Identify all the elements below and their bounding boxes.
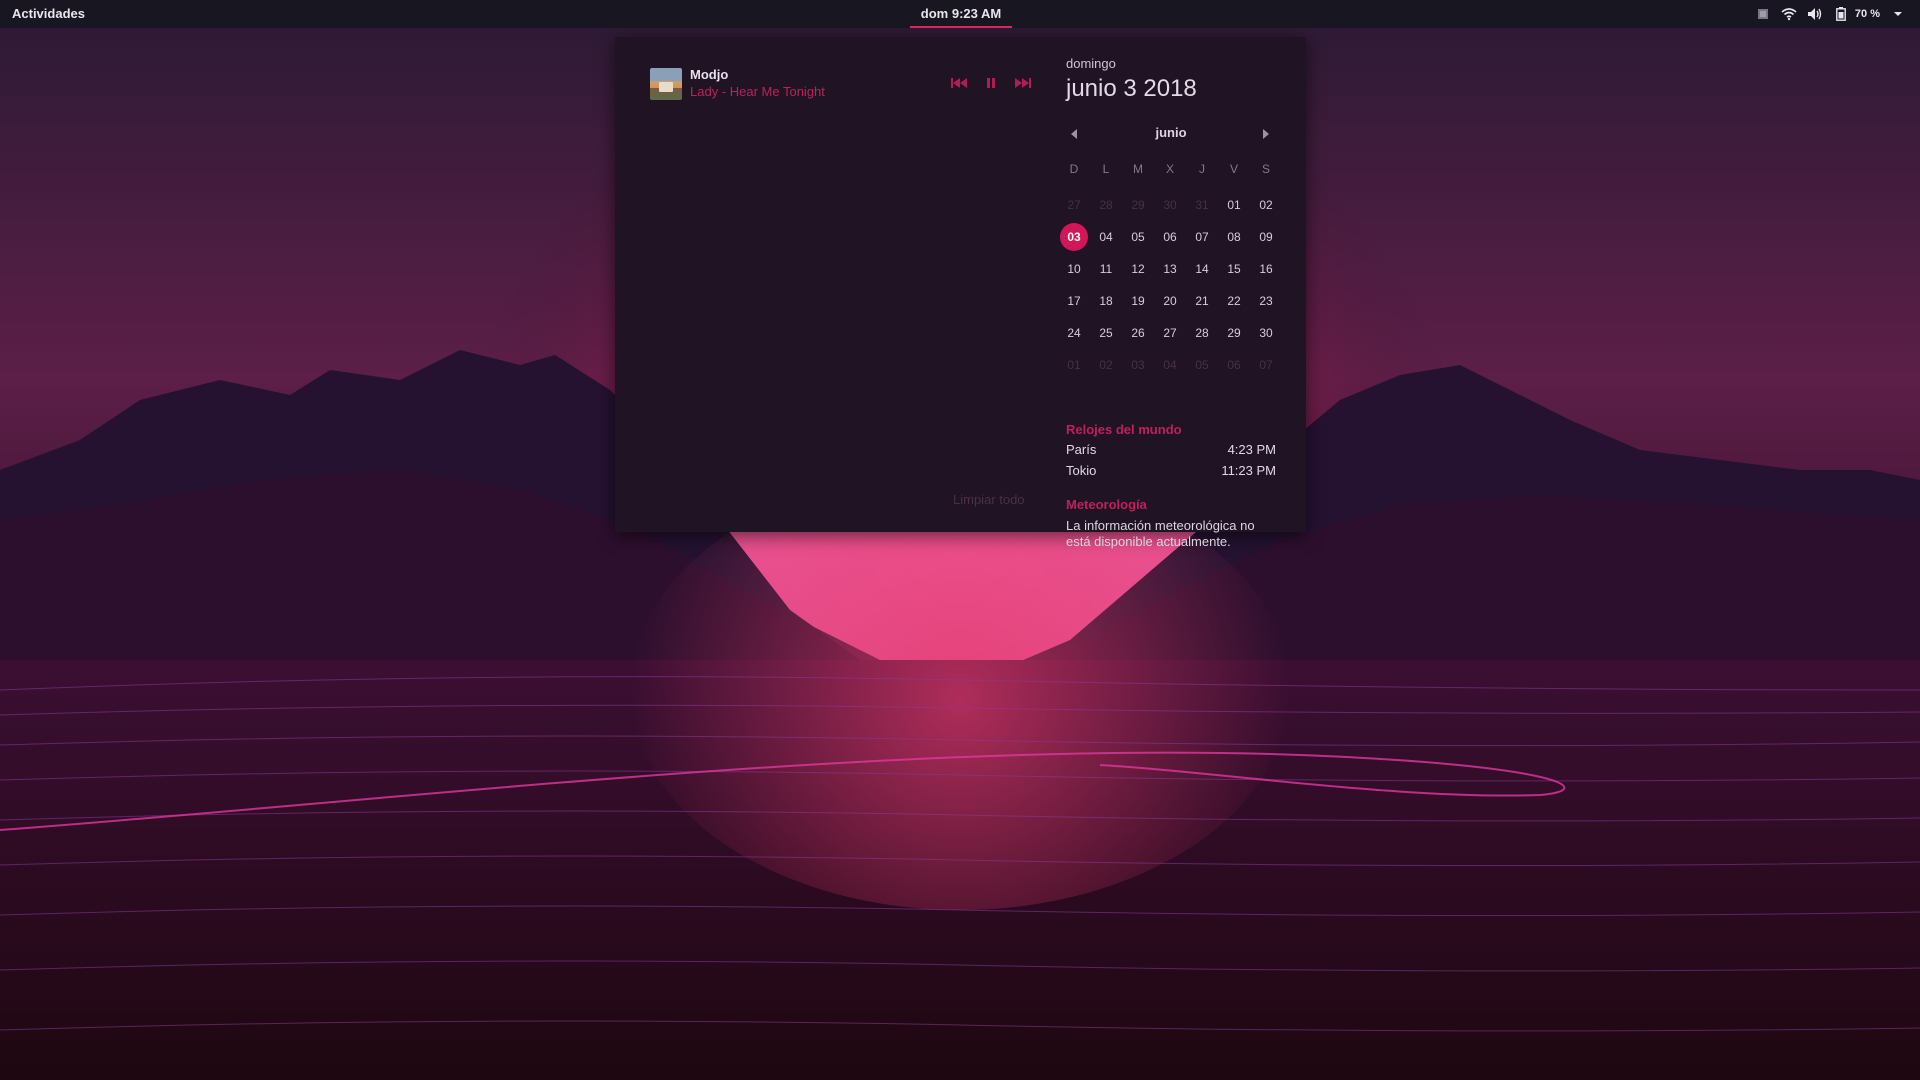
current-date[interactable]: junio 3 2018 (1066, 75, 1276, 103)
calendar-day-other-month[interactable]: 01 (1060, 351, 1088, 379)
calendar-day-other-month[interactable]: 31 (1188, 191, 1216, 219)
calendar-day[interactable]: 06 (1156, 223, 1184, 251)
calendar-day-other-month[interactable]: 30 (1156, 191, 1184, 219)
calendar-day-other-month[interactable]: 03 (1124, 351, 1152, 379)
weekday-header: D (1069, 162, 1079, 176)
pause-icon[interactable] (982, 74, 1000, 92)
media-artist: Modjo (690, 67, 729, 82)
calendar-day[interactable]: 14 (1188, 255, 1216, 283)
calendar-day-other-month[interactable]: 04 (1156, 351, 1184, 379)
calendar-day[interactable]: 10 (1060, 255, 1088, 283)
weather-message-line: La información meteorológica no (1066, 518, 1255, 533)
calendar-day[interactable]: 30 (1252, 319, 1280, 347)
weekday-header: S (1261, 162, 1270, 176)
system-tray[interactable]: 70 % (1755, 0, 1906, 28)
weekday-header: X (1165, 162, 1174, 176)
world-clock-time: 4:23 PM (1227, 442, 1276, 457)
weather-title: Meteorología (1066, 497, 1147, 512)
world-clocks-title: Relojes del mundo (1066, 422, 1182, 437)
top-bar: Actividades dom 9:23 AM 70 % (0, 0, 1920, 28)
current-weekday[interactable]: domingo (1066, 56, 1276, 72)
calendar-day[interactable]: 22 (1220, 287, 1248, 315)
calendar-day[interactable]: 01 (1220, 191, 1248, 219)
weather-message-line: está disponible actualmente. (1066, 534, 1231, 549)
calendar-day[interactable]: 13 (1156, 255, 1184, 283)
calendar-day[interactable]: 08 (1220, 223, 1248, 251)
weather-message: La información meteorológica no está dis… (1066, 518, 1276, 550)
calendar-day[interactable]: 16 (1252, 255, 1280, 283)
previous-icon[interactable] (950, 74, 968, 92)
world-clock-row: París 4:23 PM (1066, 439, 1276, 460)
chevron-down-icon[interactable] (1890, 6, 1906, 22)
calendar-day[interactable]: 15 (1220, 255, 1248, 283)
calendar-day[interactable]: 20 (1156, 287, 1184, 315)
calendar-day-today[interactable]: 03 (1060, 223, 1088, 251)
world-clock-row: Tokio 11:23 PM (1066, 460, 1276, 481)
weekday-header: V (1229, 162, 1238, 176)
overview-app-icon[interactable] (1755, 6, 1771, 22)
weekday-header: M (1133, 162, 1143, 176)
calendar-day-other-month[interactable]: 28 (1092, 191, 1120, 219)
calendar-column: domingo junio 3 2018 junio D L M X J V S… (1060, 56, 1276, 549)
next-icon[interactable] (1014, 74, 1032, 92)
calendar-day[interactable]: 07 (1188, 223, 1216, 251)
calendar-day[interactable]: 24 (1060, 319, 1088, 347)
world-clock-city: Tokio (1066, 463, 1097, 478)
calendar-day[interactable]: 18 (1092, 287, 1120, 315)
media-player[interactable]: Modjo Lady - Hear Me Tonight (650, 65, 1040, 103)
world-clock-time: 11:23 PM (1221, 463, 1276, 478)
chevron-right-icon[interactable] (1258, 126, 1274, 142)
calendar-day-other-month[interactable]: 29 (1124, 191, 1152, 219)
calendar-day-other-month[interactable]: 02 (1092, 351, 1120, 379)
weekday-header: J (1199, 162, 1205, 176)
battery-percentage: 70 % (1854, 8, 1880, 20)
calendar-day[interactable]: 19 (1124, 287, 1152, 315)
media-controls (950, 74, 1032, 92)
calendar-month-label: junio (1155, 125, 1187, 140)
calendar-day[interactable]: 25 (1092, 319, 1120, 347)
calendar-day-other-month[interactable]: 05 (1188, 351, 1216, 379)
world-clocks-section[interactable]: Relojes del mundo París 4:23 PM Tokio 11… (1066, 422, 1276, 481)
battery-icon[interactable] (1833, 6, 1849, 22)
calendar-header: junio (1066, 124, 1276, 144)
calendar-grid: D L M X J V S 27 28 29 30 31 01 02 03 04… (1058, 157, 1282, 381)
calendar-day[interactable]: 28 (1188, 319, 1216, 347)
calendar-day[interactable]: 09 (1252, 223, 1280, 251)
clear-all-button[interactable]: Limpiar todo (953, 492, 1025, 507)
wifi-icon[interactable] (1781, 6, 1797, 22)
volume-icon[interactable] (1807, 6, 1823, 22)
calendar-day[interactable]: 02 (1252, 191, 1280, 219)
media-track-title: Lady - Hear Me Tonight (690, 84, 825, 99)
calendar-day-other-month[interactable]: 07 (1252, 351, 1280, 379)
clock-button[interactable]: dom 9:23 AM (910, 0, 1012, 28)
calendar-day-other-month[interactable]: 06 (1220, 351, 1248, 379)
calendar-day[interactable]: 26 (1124, 319, 1152, 347)
calendar-day[interactable]: 23 (1252, 287, 1280, 315)
activities-button[interactable]: Actividades (12, 0, 85, 28)
calendar-day[interactable]: 29 (1220, 319, 1248, 347)
calendar-day[interactable]: 17 (1060, 287, 1088, 315)
calendar-day[interactable]: 27 (1156, 319, 1184, 347)
weather-section[interactable]: Meteorología La información meteorológic… (1066, 497, 1276, 550)
album-art (650, 68, 682, 100)
calendar-day[interactable]: 05 (1124, 223, 1152, 251)
datetime-popover: Modjo Lady - Hear Me Tonight Limpiar tod… (615, 37, 1306, 549)
calendar-day-other-month[interactable]: 27 (1060, 191, 1088, 219)
world-clock-city: París (1066, 442, 1097, 457)
calendar-day[interactable]: 21 (1188, 287, 1216, 315)
calendar-day[interactable]: 12 (1124, 255, 1152, 283)
calendar-day[interactable]: 11 (1092, 255, 1120, 283)
calendar-day[interactable]: 04 (1092, 223, 1120, 251)
weekday-header: L (1102, 162, 1110, 176)
